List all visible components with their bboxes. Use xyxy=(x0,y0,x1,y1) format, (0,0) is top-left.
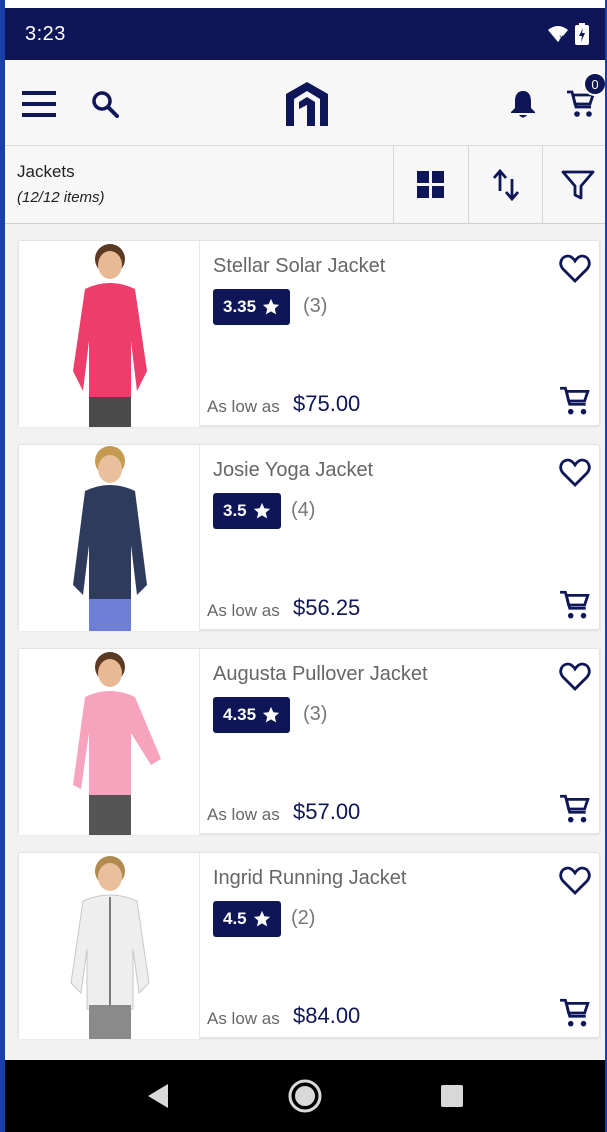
add-to-cart-button[interactable] xyxy=(555,993,595,1033)
cart-icon xyxy=(560,794,590,823)
wishlist-button[interactable] xyxy=(557,455,593,491)
star-icon xyxy=(253,502,270,519)
product-photo-model xyxy=(73,652,161,835)
bell-icon xyxy=(511,91,535,118)
price-prefix: As low as xyxy=(207,805,280,824)
price-value: $56.25 xyxy=(293,595,361,620)
price-prefix: As low as xyxy=(207,1009,280,1028)
status-time: 3:23 xyxy=(25,22,66,45)
sort-button[interactable] xyxy=(468,146,543,224)
review-count: (4) xyxy=(291,499,316,521)
app-frame: 3:23 x 0 Jackets (12/12 items) Stellar S… xyxy=(0,0,607,1132)
product-image[interactable] xyxy=(19,445,200,631)
review-count: (3) xyxy=(303,295,328,317)
wishlist-button[interactable] xyxy=(557,863,593,899)
listing-toolbar: Jackets (12/12 items) xyxy=(5,146,605,224)
home-button[interactable] xyxy=(280,1071,330,1121)
status-icons: x xyxy=(547,23,589,45)
rating-value: 3.35 xyxy=(223,297,257,316)
status-bar: 3:23 x xyxy=(5,8,605,60)
price-value: $75.00 xyxy=(293,391,361,416)
android-nav-bar xyxy=(5,1060,605,1132)
heart-icon xyxy=(559,254,591,283)
price-prefix: As low as xyxy=(207,601,280,620)
rating-badge: 3.5 xyxy=(213,493,281,529)
grid-view-icon xyxy=(417,171,444,198)
cart-icon xyxy=(560,590,590,619)
heart-icon xyxy=(559,866,591,895)
price-prefix: As low as xyxy=(207,397,280,416)
category-title: Jackets xyxy=(17,162,75,181)
filter-button[interactable] xyxy=(542,146,605,224)
price-value: $84.00 xyxy=(293,1003,361,1028)
product-photo-model xyxy=(73,244,147,427)
review-count: (3) xyxy=(303,703,328,725)
filter-icon xyxy=(561,170,594,200)
wishlist-button[interactable] xyxy=(557,659,593,695)
heart-icon xyxy=(559,458,591,487)
product-card[interactable]: Josie Yoga Jacket 3.5 (4) As low as $56.… xyxy=(18,444,600,631)
add-to-cart-button[interactable] xyxy=(555,585,595,625)
price-value: $57.00 xyxy=(293,799,361,824)
review-count: (2) xyxy=(291,907,316,929)
product-name[interactable]: Augusta Pullover Jacket xyxy=(213,663,428,686)
product-image[interactable] xyxy=(19,853,200,1039)
product-card[interactable]: Ingrid Running Jacket 4.5 (2) As low as … xyxy=(18,852,600,1039)
product-name[interactable]: Josie Yoga Jacket xyxy=(213,459,373,482)
wishlist-button[interactable] xyxy=(557,251,593,287)
recents-square-icon xyxy=(440,1085,463,1107)
product-card[interactable]: Stellar Solar Jacket 3.35 (3) As low as … xyxy=(18,240,600,427)
app-header: 0 xyxy=(5,60,605,146)
item-count: (12/12 items) xyxy=(17,189,105,206)
product-name[interactable]: Stellar Solar Jacket xyxy=(213,255,385,278)
rating-badge: 3.35 xyxy=(213,289,291,325)
menu-button[interactable] xyxy=(19,84,59,124)
logo-icon xyxy=(286,82,328,126)
svg-text:x: x xyxy=(559,33,564,42)
search-button[interactable] xyxy=(85,84,125,124)
window-top-edge xyxy=(5,0,605,8)
wifi-icon: x xyxy=(548,26,568,42)
sort-icon xyxy=(493,169,519,201)
product-image[interactable] xyxy=(19,241,200,427)
star-icon xyxy=(262,298,280,315)
product-image[interactable] xyxy=(19,649,200,835)
product-name[interactable]: Ingrid Running Jacket xyxy=(213,867,406,890)
product-card[interactable]: Augusta Pullover Jacket 4.35 (3) As low … xyxy=(18,648,600,835)
star-icon xyxy=(262,706,280,723)
rating-value: 4.35 xyxy=(223,705,257,724)
star-icon xyxy=(253,910,270,927)
back-triangle-icon xyxy=(148,1084,169,1108)
add-to-cart-button[interactable] xyxy=(555,789,595,829)
cart-icon xyxy=(560,386,590,415)
cart-count-badge: 0 xyxy=(583,72,605,96)
product-photo-model xyxy=(70,856,150,1039)
rating-value: 4.5 xyxy=(223,909,247,928)
battery-charging-icon xyxy=(575,23,589,45)
recents-button[interactable] xyxy=(427,1071,477,1121)
rating-value: 3.5 xyxy=(223,501,247,520)
rating-badge: 4.5 xyxy=(213,901,281,937)
home-circle-icon xyxy=(288,1079,322,1113)
back-button[interactable] xyxy=(133,1071,183,1121)
notifications-button[interactable] xyxy=(503,84,543,124)
add-to-cart-button[interactable] xyxy=(555,381,595,421)
cart-icon xyxy=(560,998,590,1027)
product-list: Stellar Solar Jacket 3.35 (3) As low as … xyxy=(5,224,605,1060)
search-icon xyxy=(92,91,119,118)
grid-view-button[interactable] xyxy=(393,146,468,224)
heart-icon xyxy=(559,662,591,691)
product-photo-model xyxy=(73,446,147,631)
hamburger-menu-icon xyxy=(22,91,56,117)
rating-badge: 4.35 xyxy=(213,697,291,733)
brand-logo[interactable] xyxy=(282,78,332,130)
